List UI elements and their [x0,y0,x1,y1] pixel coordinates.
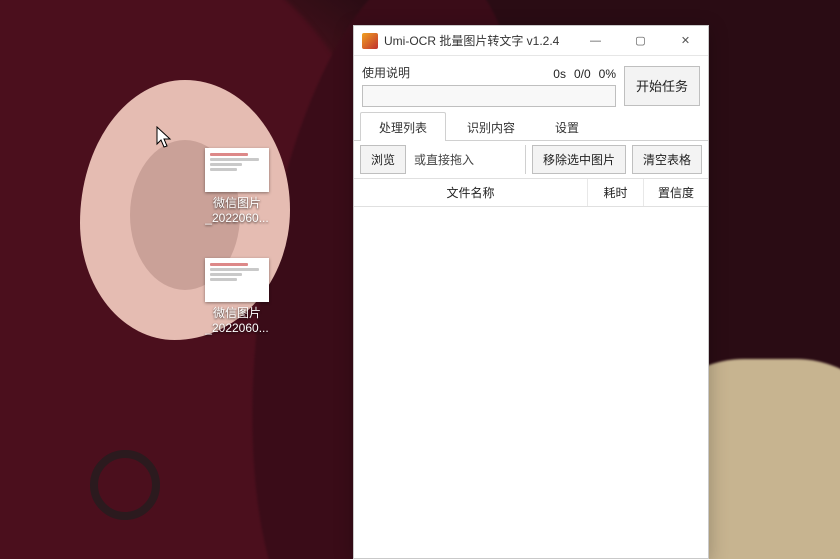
start-task-button[interactable]: 开始任务 [624,66,700,106]
column-header-filename[interactable]: 文件名称 [354,179,588,206]
column-header-time[interactable]: 耗时 [588,179,644,206]
image-thumbnail [205,258,269,302]
window-title: Umi-OCR 批量图片转文字 v1.2.4 [384,32,573,49]
window-minimize-button[interactable]: — [573,26,618,55]
progress-percent: 0% [599,67,616,81]
clear-table-button[interactable]: 清空表格 [632,145,702,174]
desktop-file-label: 微信图片 _2022060... [192,196,282,226]
remove-selected-button[interactable]: 移除选中图片 [532,145,626,174]
desktop-file-icon[interactable]: 微信图片 _2022060... [192,148,282,226]
tab-recognized-content[interactable]: 识别内容 [448,112,534,141]
desktop-file-icon[interactable]: 微信图片 _2022060... [192,258,282,336]
progress-count: 0/0 [574,67,591,81]
progress-bar [362,85,616,107]
top-toolbar: 使用说明 0s 0/0 0% 开始任务 [354,56,708,111]
progress-stats: 0s 0/0 0% [553,65,616,81]
table-header: 文件名称 耗时 置信度 [354,179,708,207]
instructions-link[interactable]: 使用说明 [362,64,410,81]
action-row: 浏览 或直接拖入 移除选中图片 清空表格 [354,141,708,179]
tab-bar: 处理列表 识别内容 设置 [354,111,708,141]
elapsed-time: 0s [553,67,566,81]
table-body[interactable] [354,207,708,558]
separator [525,145,526,174]
drag-drop-zone[interactable]: 或直接拖入 [406,141,525,178]
desktop-file-label: 微信图片 _2022060... [192,306,282,336]
window-maximize-button[interactable]: ▢ [618,26,663,55]
titlebar[interactable]: Umi-OCR 批量图片转文字 v1.2.4 — ▢ ✕ [354,26,708,56]
column-header-confidence[interactable]: 置信度 [644,179,708,206]
tab-settings[interactable]: 设置 [536,112,598,141]
wallpaper-shape [90,450,160,520]
desktop[interactable]: 微信图片 _2022060... 微信图片 _2022060... Umi-OC… [0,0,840,559]
window-close-button[interactable]: ✕ [663,26,708,55]
tab-processing-queue[interactable]: 处理列表 [360,112,446,141]
image-thumbnail [205,148,269,192]
file-table: 文件名称 耗时 置信度 [354,179,708,558]
browse-button[interactable]: 浏览 [360,145,406,174]
app-window: Umi-OCR 批量图片转文字 v1.2.4 — ▢ ✕ 使用说明 0s 0/0… [353,25,709,559]
app-icon [362,33,378,49]
